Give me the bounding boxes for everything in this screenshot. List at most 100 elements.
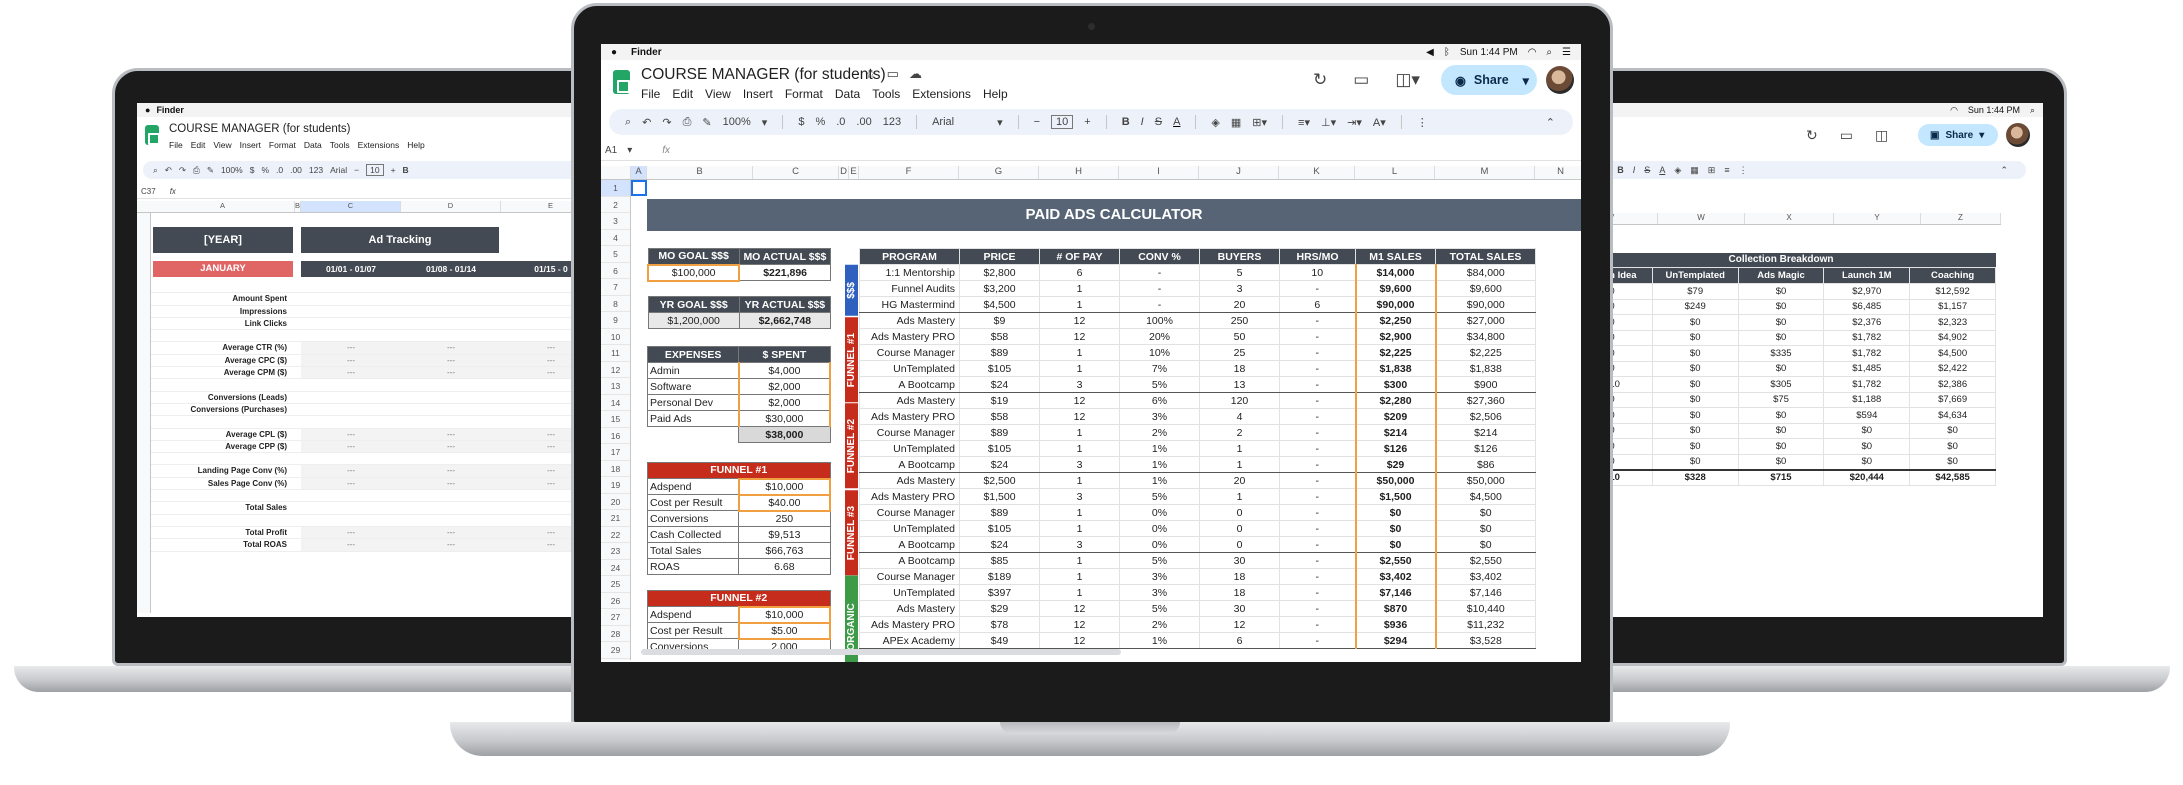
program-cell[interactable]: 12: [1039, 600, 1120, 617]
expense-label[interactable]: Personal Dev: [646, 394, 740, 411]
metric-cell[interactable]: [401, 502, 501, 513]
program-cell[interactable]: $27,000: [1435, 312, 1536, 329]
program-cell[interactable]: 20: [1199, 472, 1280, 489]
font-chevron-icon[interactable]: ▾: [997, 116, 1003, 129]
program-cell[interactable]: -: [1279, 552, 1356, 569]
group-label[interactable]: $$$: [845, 265, 858, 316]
collection-cell[interactable]: $2,376: [1823, 314, 1911, 331]
collapse-icon[interactable]: ⌃: [1546, 116, 1555, 129]
program-cell[interactable]: 1: [1039, 568, 1120, 585]
corner-cell[interactable]: [601, 166, 631, 179]
program-cell[interactable]: 100%: [1119, 312, 1200, 329]
program-cell[interactable]: 6: [1279, 296, 1356, 313]
metric-cell[interactable]: [401, 293, 501, 304]
funnel1-label[interactable]: Cash Collected: [646, 526, 740, 543]
metric-label[interactable]: [151, 416, 291, 427]
row-header[interactable]: 25: [601, 576, 630, 593]
wrap-icon[interactable]: ⇥▾: [1347, 116, 1362, 129]
program-cell[interactable]: $900: [1435, 376, 1536, 393]
ad-tracking-title[interactable]: Ad Tracking: [301, 227, 499, 253]
strikethrough-button[interactable]: S: [1644, 165, 1650, 175]
program-cell[interactable]: $89: [959, 344, 1040, 361]
program-cell[interactable]: $3,402: [1354, 568, 1437, 585]
search-icon[interactable]: ⌕: [153, 165, 158, 176]
metric-cell[interactable]: [301, 318, 401, 329]
program-cell[interactable]: -: [1279, 344, 1356, 361]
collection-cell[interactable]: $0: [1737, 314, 1825, 331]
program-cell[interactable]: $1,838: [1354, 360, 1437, 377]
col-header[interactable]: B: [647, 166, 753, 179]
menu-help[interactable]: Help: [983, 87, 1008, 101]
program-cell[interactable]: $0: [1354, 504, 1437, 521]
program-cell[interactable]: $0: [1435, 520, 1536, 537]
row-header[interactable]: 5: [601, 246, 630, 263]
program-cell[interactable]: $49: [959, 632, 1040, 649]
program-cell[interactable]: 0: [1199, 520, 1280, 537]
strikethrough-button[interactable]: S: [1155, 116, 1162, 128]
comment-icon[interactable]: ▭: [1840, 127, 1853, 144]
program-cell[interactable]: Ads Mastery PRO: [859, 328, 960, 345]
row-header[interactable]: 2: [601, 197, 630, 213]
metric-cell[interactable]: [301, 293, 401, 304]
metric-cell[interactable]: ---: [401, 342, 501, 354]
metric-label[interactable]: [151, 281, 291, 292]
metric-cell[interactable]: ---: [301, 526, 401, 539]
program-cell[interactable]: $27,360: [1435, 392, 1536, 409]
collection-header[interactable]: Ads Magic: [1737, 267, 1825, 284]
mo-actual-value[interactable]: $221,896: [738, 264, 832, 281]
program-cell[interactable]: 18: [1199, 584, 1280, 601]
col-header[interactable]: D: [401, 201, 501, 212]
collection-cell[interactable]: $249: [1651, 298, 1739, 315]
program-cell[interactable]: 2%: [1119, 616, 1200, 633]
menu-help[interactable]: Help: [407, 140, 424, 150]
program-cell[interactable]: 0%: [1119, 504, 1200, 521]
program-cell[interactable]: Course Manager: [859, 344, 960, 361]
program-cell[interactable]: -: [1279, 360, 1356, 377]
metric-label[interactable]: Total Profit: [151, 527, 291, 538]
program-cell[interactable]: $19: [959, 392, 1040, 409]
font-size-plus[interactable]: +: [391, 165, 396, 175]
program-cell[interactable]: 7%: [1119, 360, 1200, 377]
valign-icon[interactable]: ⊥▾: [1321, 116, 1336, 129]
funnel2-value[interactable]: $5.00: [737, 621, 832, 640]
program-cell[interactable]: -: [1279, 584, 1356, 601]
program-cell[interactable]: -: [1279, 392, 1356, 409]
row-header[interactable]: 6: [601, 263, 630, 279]
undo-icon[interactable]: ↶: [642, 116, 651, 129]
metric-cell[interactable]: [301, 392, 401, 403]
program-cell[interactable]: A Bootcamp: [859, 552, 960, 569]
program-cell[interactable]: 3: [1199, 280, 1280, 297]
align-icon[interactable]: ≡: [1724, 165, 1729, 175]
program-cell[interactable]: -: [1279, 520, 1356, 537]
metric-cell[interactable]: ---: [301, 428, 401, 440]
menu-extensions[interactable]: Extensions: [358, 140, 400, 150]
program-cell[interactable]: A Bootcamp: [859, 536, 960, 553]
program-cell[interactable]: 3%: [1119, 408, 1200, 425]
program-header[interactable]: CONV %: [1119, 248, 1200, 265]
row-header[interactable]: 13: [601, 378, 630, 395]
program-cell[interactable]: 1%: [1119, 632, 1200, 649]
program-cell[interactable]: 1: [1199, 488, 1280, 505]
row-header[interactable]: 11: [601, 345, 630, 362]
collection-header[interactable]: Coaching: [1909, 267, 1996, 284]
metric-cell[interactable]: ---: [301, 477, 401, 490]
program-cell[interactable]: $2,550: [1435, 552, 1536, 569]
program-cell[interactable]: $58: [959, 328, 1040, 345]
funnel1-label[interactable]: Cost per Result: [646, 494, 740, 511]
metric-label[interactable]: Average CPC ($): [151, 355, 291, 366]
collection-cell[interactable]: $0: [1651, 407, 1739, 424]
program-cell[interactable]: $2,506: [1435, 408, 1536, 425]
program-cell[interactable]: 10: [1279, 264, 1356, 281]
metric-label[interactable]: Link Clicks: [151, 318, 291, 329]
program-cell[interactable]: 12: [1039, 312, 1120, 329]
program-header[interactable]: HRS/MO: [1279, 248, 1356, 265]
program-cell[interactable]: -: [1279, 440, 1356, 457]
metric-label[interactable]: Average CTR (%): [151, 342, 291, 353]
row-header[interactable]: 14: [601, 395, 630, 411]
collection-cell[interactable]: $7,669: [1909, 391, 1996, 408]
collection-cell[interactable]: $0: [1823, 438, 1911, 455]
row-header[interactable]: 18: [601, 461, 630, 477]
program-cell[interactable]: $397: [959, 584, 1040, 601]
metric-label[interactable]: Sales Page Conv (%): [151, 478, 291, 489]
row-header[interactable]: 12: [601, 362, 630, 378]
